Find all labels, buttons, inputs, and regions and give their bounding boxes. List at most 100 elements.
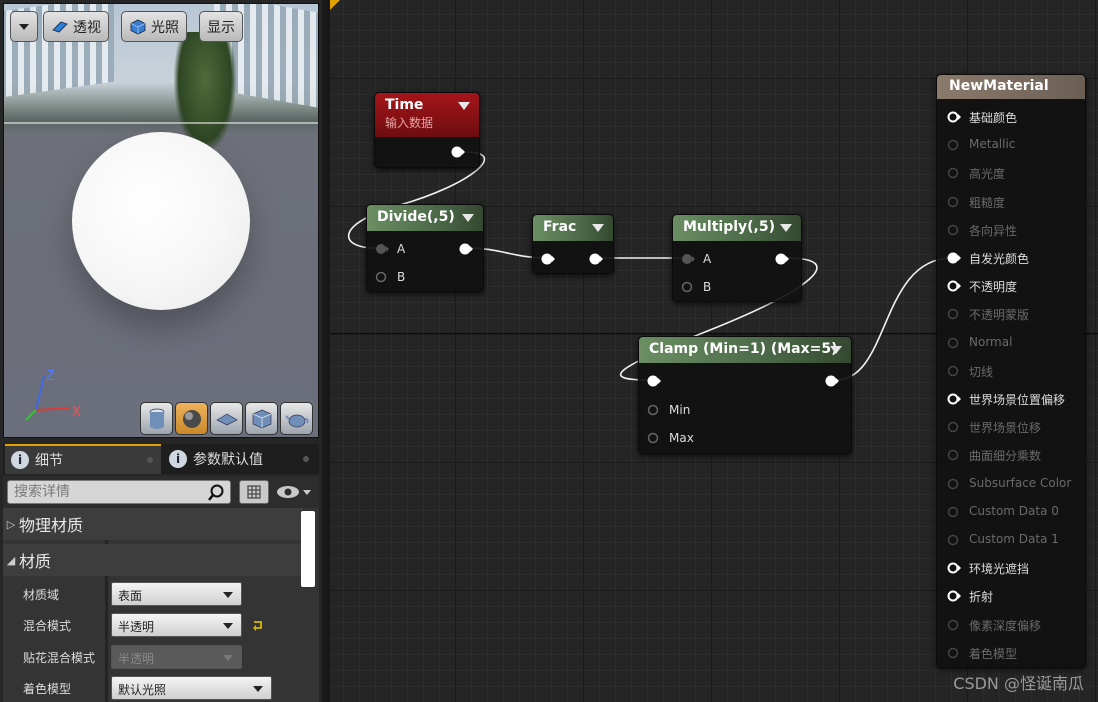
output-pin[interactable]: [775, 253, 789, 265]
node-title: Multiply(,5): [683, 219, 775, 235]
node-clamp[interactable]: Clamp (Min=1) (Max=5) Min Max: [638, 336, 852, 454]
category-label: 物理材质: [19, 516, 84, 535]
material-pin-label: Subsurface Color: [969, 475, 1072, 490]
details-scrollbar[interactable]: [301, 511, 315, 587]
node-time[interactable]: Time 输入数据: [374, 92, 480, 168]
material-input-pin[interactable]: [947, 252, 961, 264]
preview-teapot-button[interactable]: [280, 402, 313, 435]
graph-corner-marker: [330, 0, 340, 10]
material-input-pin[interactable]: [947, 365, 961, 377]
viewport-menu-button[interactable]: [10, 11, 38, 42]
tab-parameter-defaults[interactable]: i 参数默认值: [163, 444, 317, 474]
preview-cylinder-button[interactable]: [140, 402, 173, 435]
collapse-arrow-icon[interactable]: [462, 214, 474, 222]
material-input-pin[interactable]: [947, 280, 961, 292]
material-input-pin[interactable]: [947, 196, 961, 208]
output-pin[interactable]: [459, 243, 473, 255]
material-pin-label: 像素深度偏移: [969, 618, 1042, 633]
material-input-pin[interactable]: [947, 308, 961, 320]
material-input-pin[interactable]: [947, 619, 961, 631]
property-label: 材质域: [23, 588, 60, 602]
tab-close-dot[interactable]: [303, 456, 309, 462]
node-title: NewMaterial: [949, 78, 1049, 94]
details-tab-bar: i 细节 i 参数默认值: [3, 444, 319, 474]
search-icon[interactable]: [207, 484, 225, 502]
collapse-arrow-icon[interactable]: [458, 102, 470, 110]
material-input-pin[interactable]: [947, 562, 961, 574]
search-input[interactable]: [7, 480, 231, 504]
preview-cube-button[interactable]: [245, 402, 278, 435]
preview-viewport[interactable]: 透视 光照 显示 Z X: [3, 3, 319, 438]
property-row-decal-blend-mode: 贴花混合模式 半透明: [3, 641, 303, 672]
show-label: 显示: [207, 19, 235, 36]
collapse-arrow-icon[interactable]: [592, 224, 604, 232]
material-domain-dropdown[interactable]: 表面: [111, 582, 242, 606]
material-input-pin[interactable]: [947, 167, 961, 179]
property-matrix-button[interactable]: [239, 480, 269, 504]
input-pin[interactable]: [541, 253, 555, 265]
material-pin-label: 世界场景位置偏移: [969, 393, 1066, 407]
perspective-button[interactable]: 透视: [43, 11, 109, 42]
material-input-pin[interactable]: [947, 111, 961, 123]
collapse-arrow-icon[interactable]: [830, 346, 842, 354]
pin-label: A: [703, 252, 712, 266]
input-pin[interactable]: [647, 375, 661, 387]
material-input-pin[interactable]: [947, 534, 961, 546]
material-input-pin[interactable]: [947, 421, 961, 433]
collapse-arrow-icon[interactable]: [780, 224, 792, 232]
node-subtitle: 输入数据: [385, 116, 434, 130]
tab-close-dot[interactable]: [147, 457, 153, 463]
output-pin[interactable]: [451, 146, 465, 158]
input-pin-a[interactable]: [375, 243, 389, 255]
show-button[interactable]: 显示: [199, 11, 243, 42]
node-title: Frac: [543, 219, 577, 235]
material-pin-label: Custom Data 1: [969, 532, 1059, 546]
preview-sphere-button[interactable]: [175, 402, 208, 435]
blend-mode-dropdown[interactable]: 半透明: [111, 613, 242, 637]
category-physical-material[interactable]: ▷ 物理材质: [3, 508, 303, 540]
pin-label: B: [397, 270, 406, 284]
node-frac[interactable]: Frac: [532, 214, 614, 274]
node-material-result[interactable]: NewMaterial 基础颜色 Metallic 高光度 粗糙度 各向异性 自发光颜色不…: [936, 74, 1086, 668]
node-multiply[interactable]: Multiply(,5) A B: [672, 214, 802, 302]
output-pin[interactable]: [589, 253, 603, 265]
material-pin-label: 不透明蒙版: [969, 308, 1030, 323]
pin-label: A: [397, 242, 406, 256]
material-input-pin[interactable]: [947, 393, 961, 405]
input-pin-b[interactable]: [681, 281, 695, 293]
category-material[interactable]: ◢ 材质: [3, 544, 303, 576]
material-graph-canvas[interactable]: Time 输入数据 Divide(,5) A B Frac Multiply(,…: [326, 0, 1098, 702]
material-input-pin[interactable]: [947, 478, 961, 490]
property-row-shading-model: 着色模型 默认光照: [3, 672, 303, 702]
material-pin-label: 各向异性: [969, 223, 1018, 238]
node-header: Frac: [533, 215, 613, 241]
node-divide[interactable]: Divide(,5) A B: [366, 204, 484, 292]
dropdown-value: 半透明: [118, 652, 155, 666]
info-icon: i: [169, 450, 187, 468]
sphere-icon: [182, 409, 201, 428]
material-input-pin[interactable]: [947, 139, 961, 151]
node-header: Clamp (Min=1) (Max=5): [639, 337, 851, 363]
reset-to-default-icon[interactable]: [252, 619, 264, 631]
details-search-row: [3, 476, 319, 508]
material-input-pin[interactable]: [947, 590, 961, 602]
input-pin-b[interactable]: [375, 271, 389, 283]
tab-details[interactable]: i 细节: [5, 444, 161, 474]
preview-plane-button[interactable]: [210, 402, 243, 435]
material-input-pin[interactable]: [947, 506, 961, 518]
shading-model-dropdown[interactable]: 默认光照: [111, 676, 272, 700]
lighting-button[interactable]: 光照: [121, 11, 187, 42]
material-input-pin[interactable]: [947, 449, 961, 461]
input-pin-min[interactable]: [647, 404, 661, 416]
material-input-pin[interactable]: [947, 337, 961, 349]
material-pin-label: 曲面细分乘数: [969, 449, 1042, 464]
material-input-pin[interactable]: [947, 647, 961, 659]
decal-blend-mode-dropdown: 半透明: [111, 645, 242, 669]
input-pin-a[interactable]: [681, 253, 695, 265]
material-input-pin[interactable]: [947, 224, 961, 236]
output-pin[interactable]: [825, 375, 839, 387]
lit-cube-icon: [130, 19, 146, 34]
watermark: CSDN @怪诞南瓜: [953, 674, 1084, 693]
input-pin-max[interactable]: [647, 432, 661, 444]
visibility-eye-icon[interactable]: [275, 482, 315, 502]
